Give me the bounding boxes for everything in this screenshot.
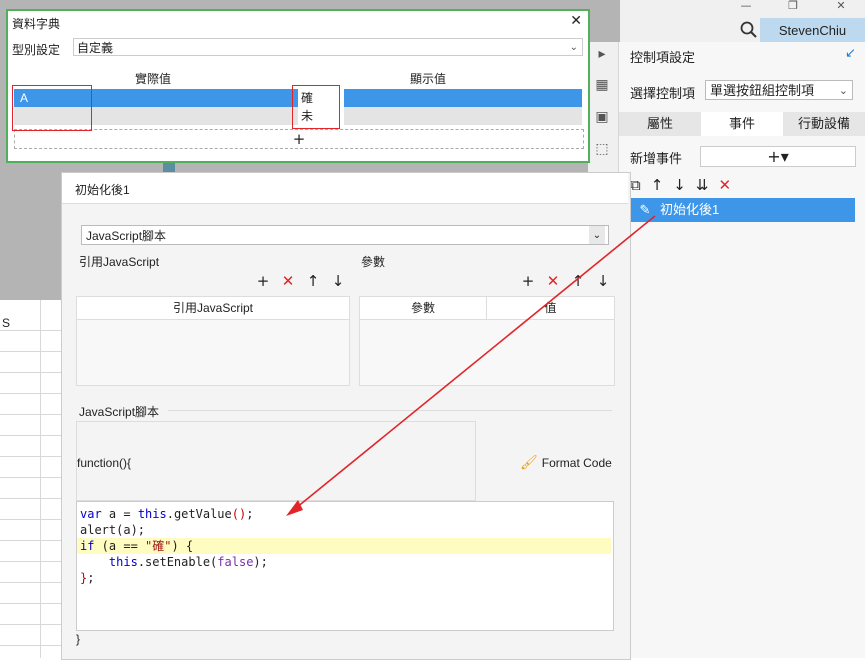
annotation-arrow [286, 215, 656, 516]
